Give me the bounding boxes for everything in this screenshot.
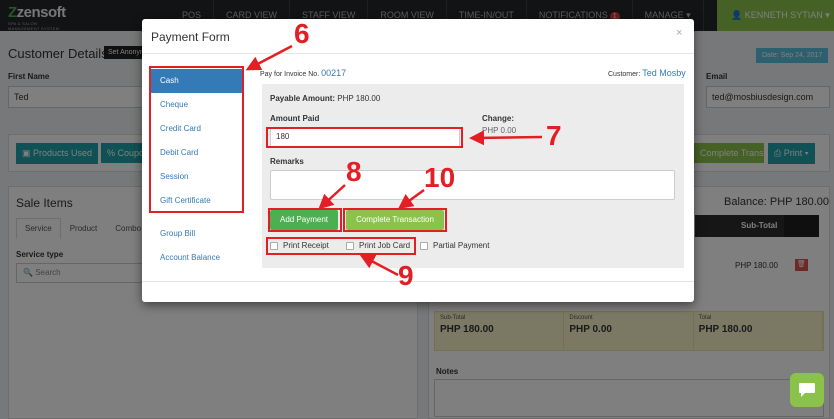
annotation-arrows	[245, 44, 543, 277]
